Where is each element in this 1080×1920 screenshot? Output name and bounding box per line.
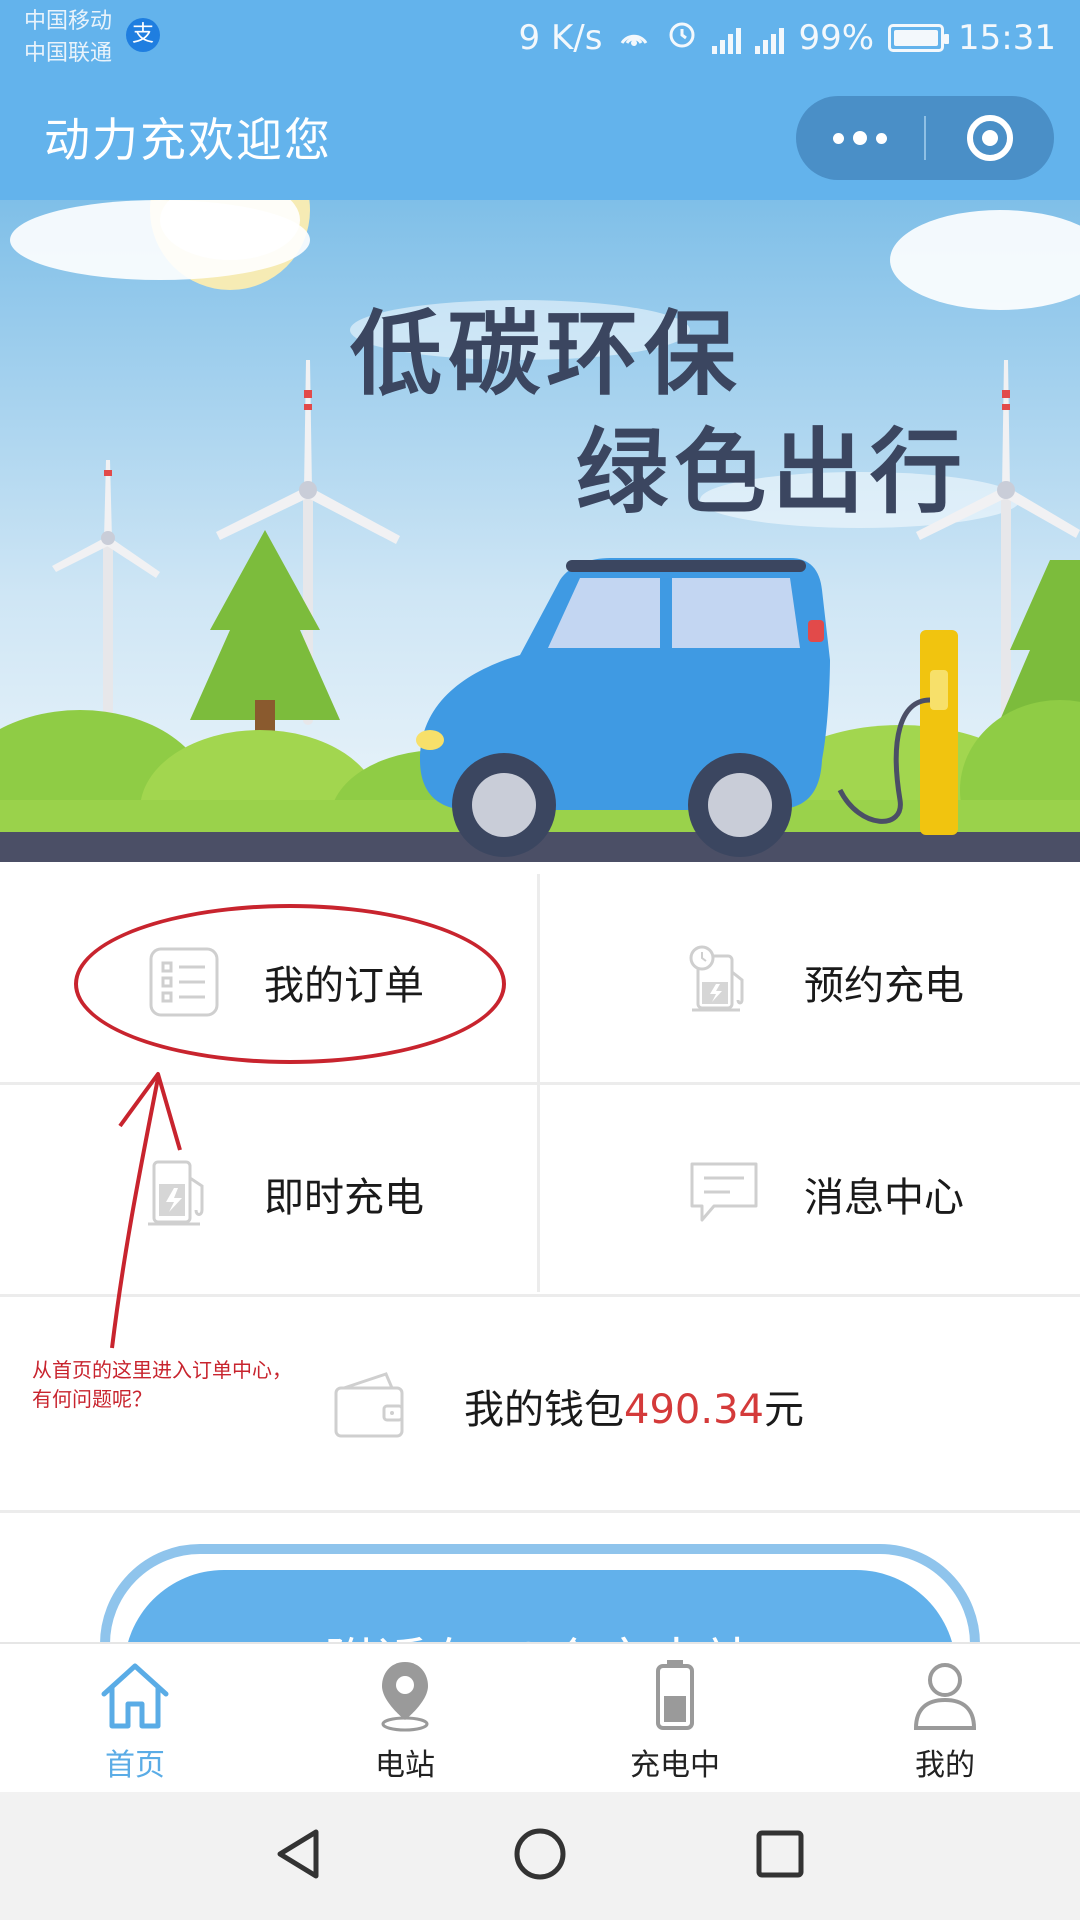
wallet-label: 我的钱包 xyxy=(464,1387,624,1433)
system-nav-bar xyxy=(0,1792,1080,1920)
tab-label-stations: 电站 xyxy=(375,1748,435,1783)
more-dots-icon[interactable] xyxy=(796,96,924,180)
carrier-2: 中国联通 xyxy=(24,41,113,66)
menu-label-reserve: 预约充电 xyxy=(804,963,964,1009)
reserve-charger-icon xyxy=(684,942,764,1022)
tab-home[interactable]: 首页 xyxy=(0,1644,270,1792)
wallet-icon xyxy=(330,1366,410,1446)
charger-icon xyxy=(144,1154,224,1234)
home-circle-icon[interactable] xyxy=(510,1824,570,1888)
location-pin-icon xyxy=(368,1658,442,1736)
tab-profile[interactable]: 我的 xyxy=(810,1644,1080,1792)
back-icon[interactable] xyxy=(270,1824,330,1888)
wallet-balance: 490.34 xyxy=(624,1387,764,1433)
app-screen: 中国移动 中国联通 支 9 K/s 99% 15:31 动力充欢迎您 低碳环保 … xyxy=(0,0,1080,1920)
banner-image[interactable]: 低碳环保 绿色出行 xyxy=(0,200,1080,862)
person-icon xyxy=(908,1658,982,1736)
close-button[interactable] xyxy=(926,96,1054,180)
menu-reserve-charging[interactable]: 预约充电 xyxy=(684,932,1064,1032)
network-speed: 9 K/s xyxy=(518,18,603,58)
target-circle-icon xyxy=(967,115,1013,161)
menu-label-messages: 消息中心 xyxy=(804,1175,964,1221)
annotation-ellipse xyxy=(74,904,506,1064)
alipay-icon: 支 xyxy=(126,18,160,52)
tab-label-profile: 我的 xyxy=(915,1748,975,1783)
grid-divider-3 xyxy=(0,1510,1080,1513)
battery-icon xyxy=(638,1658,712,1736)
tab-label-charging: 充电中 xyxy=(630,1748,720,1783)
capsule-menu xyxy=(796,96,1054,180)
tab-label-home: 首页 xyxy=(105,1748,165,1783)
menu-message-center[interactable]: 消息中心 xyxy=(684,1144,1064,1244)
page-title: 动力充欢迎您 xyxy=(44,113,332,167)
banner-slogan-2: 绿色出行 xyxy=(576,419,969,526)
tab-stations[interactable]: 电站 xyxy=(270,1644,540,1792)
menu-label-instant: 即时充电 xyxy=(264,1175,424,1221)
status-bar: 中国移动 中国联通 支 9 K/s 99% 15:31 xyxy=(0,0,1080,76)
menu-instant-charging[interactable]: 即时充电 xyxy=(144,1144,524,1244)
grid-divider-1 xyxy=(0,1082,1080,1085)
bottom-tab-bar: 首页 电站 充电中 我的 xyxy=(0,1642,1080,1792)
home-icon xyxy=(98,1658,172,1736)
menu-my-wallet[interactable]: 我的钱包490.34元 xyxy=(330,1356,1030,1456)
hotspot-icon xyxy=(616,19,652,57)
status-icons: 9 K/s 99% 15:31 xyxy=(519,12,1056,64)
carrier-info: 中国移动 中国联通 xyxy=(24,6,112,70)
banner-slogan-1: 低碳环保 xyxy=(350,301,743,408)
recents-square-icon[interactable] xyxy=(750,1824,810,1888)
annotation-note: 从首页的这里进入订单中心，有何问题呢？ xyxy=(32,1358,292,1411)
battery-icon xyxy=(888,24,950,52)
alarm-icon xyxy=(666,18,698,58)
message-bubble-icon xyxy=(684,1154,764,1234)
signal-4g-icon xyxy=(755,22,785,54)
clock: 15:31 xyxy=(958,18,1056,58)
mini-program-titlebar: 动力充欢迎您 xyxy=(0,76,1080,200)
wallet-unit: 元 xyxy=(763,1387,804,1433)
wallet-text: 我的钱包490.34元 xyxy=(464,1377,804,1435)
tab-charging[interactable]: 充电中 xyxy=(540,1644,810,1792)
battery-percent: 99% xyxy=(798,18,875,58)
carrier-1: 中国移动 xyxy=(24,9,113,34)
grid-divider-2 xyxy=(0,1294,1080,1297)
signal-2g-icon xyxy=(712,22,742,54)
